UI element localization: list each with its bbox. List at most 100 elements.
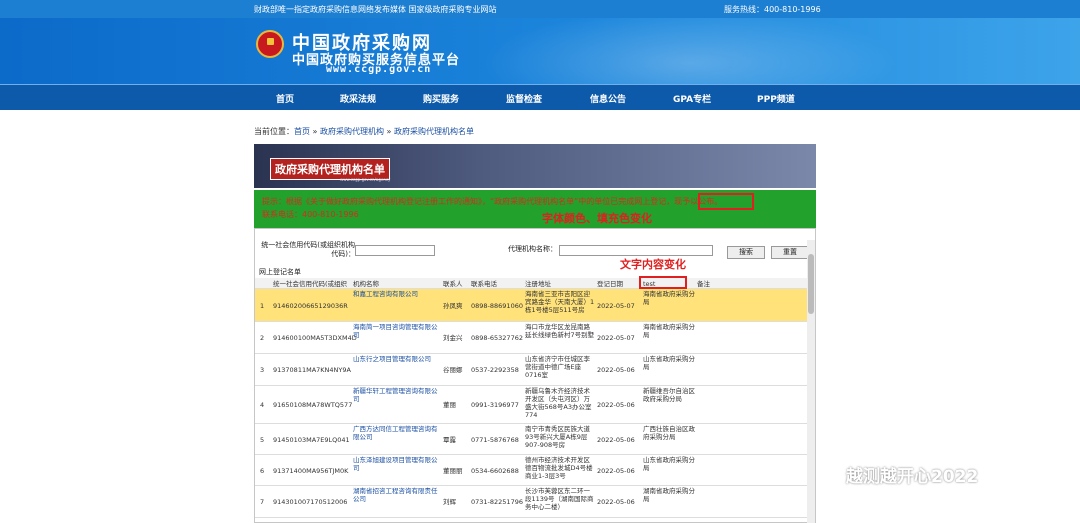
row-address: 德州市经济技术开发区德百物流批发城D4号楼商业1-3层3号 <box>525 456 593 480</box>
row-code: 91450103MA7E9LQ041 <box>273 436 350 444</box>
breadcrumb-home[interactable]: 首页 <box>294 127 310 136</box>
row-phone: 0771-5876768 <box>471 436 519 444</box>
name-input[interactable] <box>559 245 713 256</box>
watermark: 越测越开心2022 <box>846 467 979 487</box>
table-row: 3 91370811MA7KN4NY9A 山东行之项目管理有限公司 谷丽娜 0537-2… <box>255 354 807 386</box>
col-date: 登记日期 <box>597 280 623 288</box>
row-address: 新疆乌鲁木齐经济技术开发区（头屯河区）万盛大街568号A3办公室774 <box>525 387 592 419</box>
nav-home[interactable]: 首页 <box>276 92 294 105</box>
row-date: 2022-05-06 <box>597 436 635 444</box>
highlight-box <box>698 193 754 210</box>
main-nav: 首页 政采法规 购买服务 监督检查 信息公告 GPA专栏 PPP频道 <box>0 84 1080 110</box>
table-row: 1 91460200665129036R 和嘉工程咨询有限公司 孙凤爽 0898-886… <box>255 289 807 322</box>
row-person: 董丽 <box>443 401 456 409</box>
row-phone: 0731-82251796 <box>471 498 523 506</box>
row-person: 董丽丽 <box>443 467 463 475</box>
highlight-box <box>639 276 687 289</box>
row-name-link[interactable]: 湖南省招咨工程咨询有限责任公司 <box>353 487 439 503</box>
col-remark: 备注 <box>697 280 710 288</box>
breadcrumb: 当前位置：首页 » 政府采购代理机构 » 政府采购代理机构名单 <box>254 126 474 137</box>
row-person: 刘辉 <box>443 498 456 506</box>
wechat-icon <box>820 465 840 481</box>
table-header: 统一社会信用代码(或组织 机构名称 联系人 联系电话 注册地址 登记日期 tes… <box>255 278 807 289</box>
nav-announcements[interactable]: 信息公告 <box>590 92 626 105</box>
row-name-link[interactable]: 广西方达同信工程管理咨询有限公司 <box>353 425 439 441</box>
top-slogan: 财政部唯一指定政府采购信息网络发布媒体 国家级政府采购专业网站 <box>254 5 497 14</box>
row-date: 2022-05-06 <box>597 467 635 475</box>
breadcrumb-separator: » <box>310 127 320 136</box>
col-address: 注册地址 <box>525 280 551 288</box>
row-phone: 0898-65327762 <box>471 334 523 342</box>
row-date: 2022-05-06 <box>597 366 635 374</box>
logo-url[interactable]: www.ccgp.gov.cn <box>326 64 431 75</box>
row-index: 6 <box>260 467 265 475</box>
table-row: 2 914600100MA5T3DXM4D 海南简一项目咨询管理有限公司 刘金兴 089… <box>255 322 807 354</box>
nav-supervision[interactable]: 监督检查 <box>506 92 542 105</box>
code-input[interactable] <box>355 245 435 256</box>
row-name-link[interactable]: 海南简一项目咨询管理有限公司 <box>353 323 439 339</box>
row-code: 914600100MA5T3DXM4D <box>273 334 357 342</box>
row-phone: 0991-3196977 <box>471 401 519 409</box>
row-date: 2022-05-07 <box>597 302 635 310</box>
breadcrumb-agency[interactable]: 政府采购代理机构 <box>320 127 384 136</box>
row-code: 91370811MA7KN4NY9A <box>273 366 351 374</box>
section-title: 网上登记名单 <box>259 268 301 276</box>
notice-phone: 联系电话：400-810-1996 <box>262 210 359 219</box>
national-emblem-icon <box>256 30 284 58</box>
row-org: 海南省政府采购分局 <box>643 290 695 306</box>
row-person: 谷丽娜 <box>443 366 463 374</box>
nav-regulations[interactable]: 政采法规 <box>340 92 376 105</box>
agency-list-panel: 统一社会信用代码(或组织机构代码)： 代理机构名称： 搜索 重置 网上登记名单 … <box>254 228 816 523</box>
row-date: 2022-05-06 <box>597 401 635 409</box>
search-bar: 统一社会信用代码(或组织机构代码)： 代理机构名称： 搜索 重置 <box>255 233 815 263</box>
row-code: 91460200665129036R <box>273 302 348 310</box>
row-org: 广西壮族自治区政府采购分局 <box>643 425 695 441</box>
row-phone: 0534-6602688 <box>471 467 519 475</box>
list-header-banner: 政府采购代理机构名单 www.ccgp.gov.cn/agency <box>254 144 816 188</box>
row-address: 海南省三亚市吉阳区迎宾路金华（天南大厦）1栋1号楼5层511号房 <box>525 290 595 314</box>
breadcrumb-current[interactable]: 政府采购代理机构名单 <box>394 127 474 136</box>
row-address: 南宁市青秀区民族大道93号新兴大厦A栋9层907-908号房 <box>525 425 590 449</box>
row-date: 2022-05-07 <box>597 334 635 342</box>
row-code: 914301007170512006 <box>273 498 348 506</box>
table-row: 6 91371400MA956TJM0K 山东泽旭建设项目管理有限公司 董丽丽 0534… <box>255 455 807 486</box>
row-org: 山东省政府采购分局 <box>643 355 695 371</box>
code-label: 统一社会信用代码(或组织机构代码)： <box>261 241 355 258</box>
row-org: 山东省政府采购分局 <box>643 456 695 472</box>
col-phone: 联系电话 <box>471 280 497 288</box>
row-name-link[interactable]: 山东行之项目管理有限公司 <box>353 355 439 363</box>
row-person: 孙凤爽 <box>443 302 463 310</box>
table-row: 7 914301007170512006 湖南省招咨工程咨询有限责任公司 刘辉 0731… <box>255 486 807 518</box>
row-name-link[interactable]: 新疆华轩工程管理咨询有限公司 <box>353 387 439 403</box>
col-person: 联系人 <box>443 280 463 288</box>
row-org: 湖南省政府采购分局 <box>643 487 695 503</box>
annotation-color-change: 字体颜色、填充色变化 <box>542 212 652 225</box>
nav-purchase-service[interactable]: 购买服务 <box>423 92 459 105</box>
top-strip: 财政部唯一指定政府采购信息网络发布媒体 国家级政府采购专业网站 服务热线：400… <box>0 0 1080 18</box>
row-address: 长沙市芙蓉区东二环一段1139号（湖南国际商务中心二楼） <box>525 487 594 511</box>
row-index: 2 <box>260 334 265 342</box>
row-address: 山东省济宁市任城区李营街道中德广场E座0716室 <box>525 355 590 379</box>
nav-gpa[interactable]: GPA专栏 <box>673 92 711 105</box>
row-code: 91371400MA956TJM0K <box>273 467 349 475</box>
nav-ppp[interactable]: PPP频道 <box>757 92 795 105</box>
annotation-text-change: 文字内容变化 <box>620 258 686 271</box>
row-phone: 0898-88691060 <box>471 302 523 310</box>
row-index: 3 <box>260 366 265 374</box>
row-name-link[interactable]: 和嘉工程咨询有限公司 <box>353 290 439 298</box>
site-banner: 中国政府采购网 中国政府购买服务信息平台 www.ccgp.gov.cn <box>0 18 1080 84</box>
row-index: 1 <box>260 302 265 310</box>
name-label: 代理机构名称： <box>508 245 557 253</box>
col-code: 统一社会信用代码(或组织 <box>273 280 348 288</box>
search-button[interactable]: 搜索 <box>727 246 765 259</box>
scrollbar-thumb[interactable] <box>808 254 814 314</box>
row-index: 5 <box>260 436 265 444</box>
row-index: 7 <box>260 498 265 506</box>
row-org: 海南省政府采购分局 <box>643 323 695 339</box>
scrollbar[interactable] <box>807 240 815 523</box>
row-name-link[interactable]: 山东泽旭建设项目管理有限公司 <box>353 456 439 472</box>
reset-button[interactable]: 重置 <box>771 246 809 259</box>
row-phone: 0537-2292358 <box>471 366 519 374</box>
row-person: 刘金兴 <box>443 334 463 342</box>
breadcrumb-prefix: 当前位置： <box>254 127 294 136</box>
